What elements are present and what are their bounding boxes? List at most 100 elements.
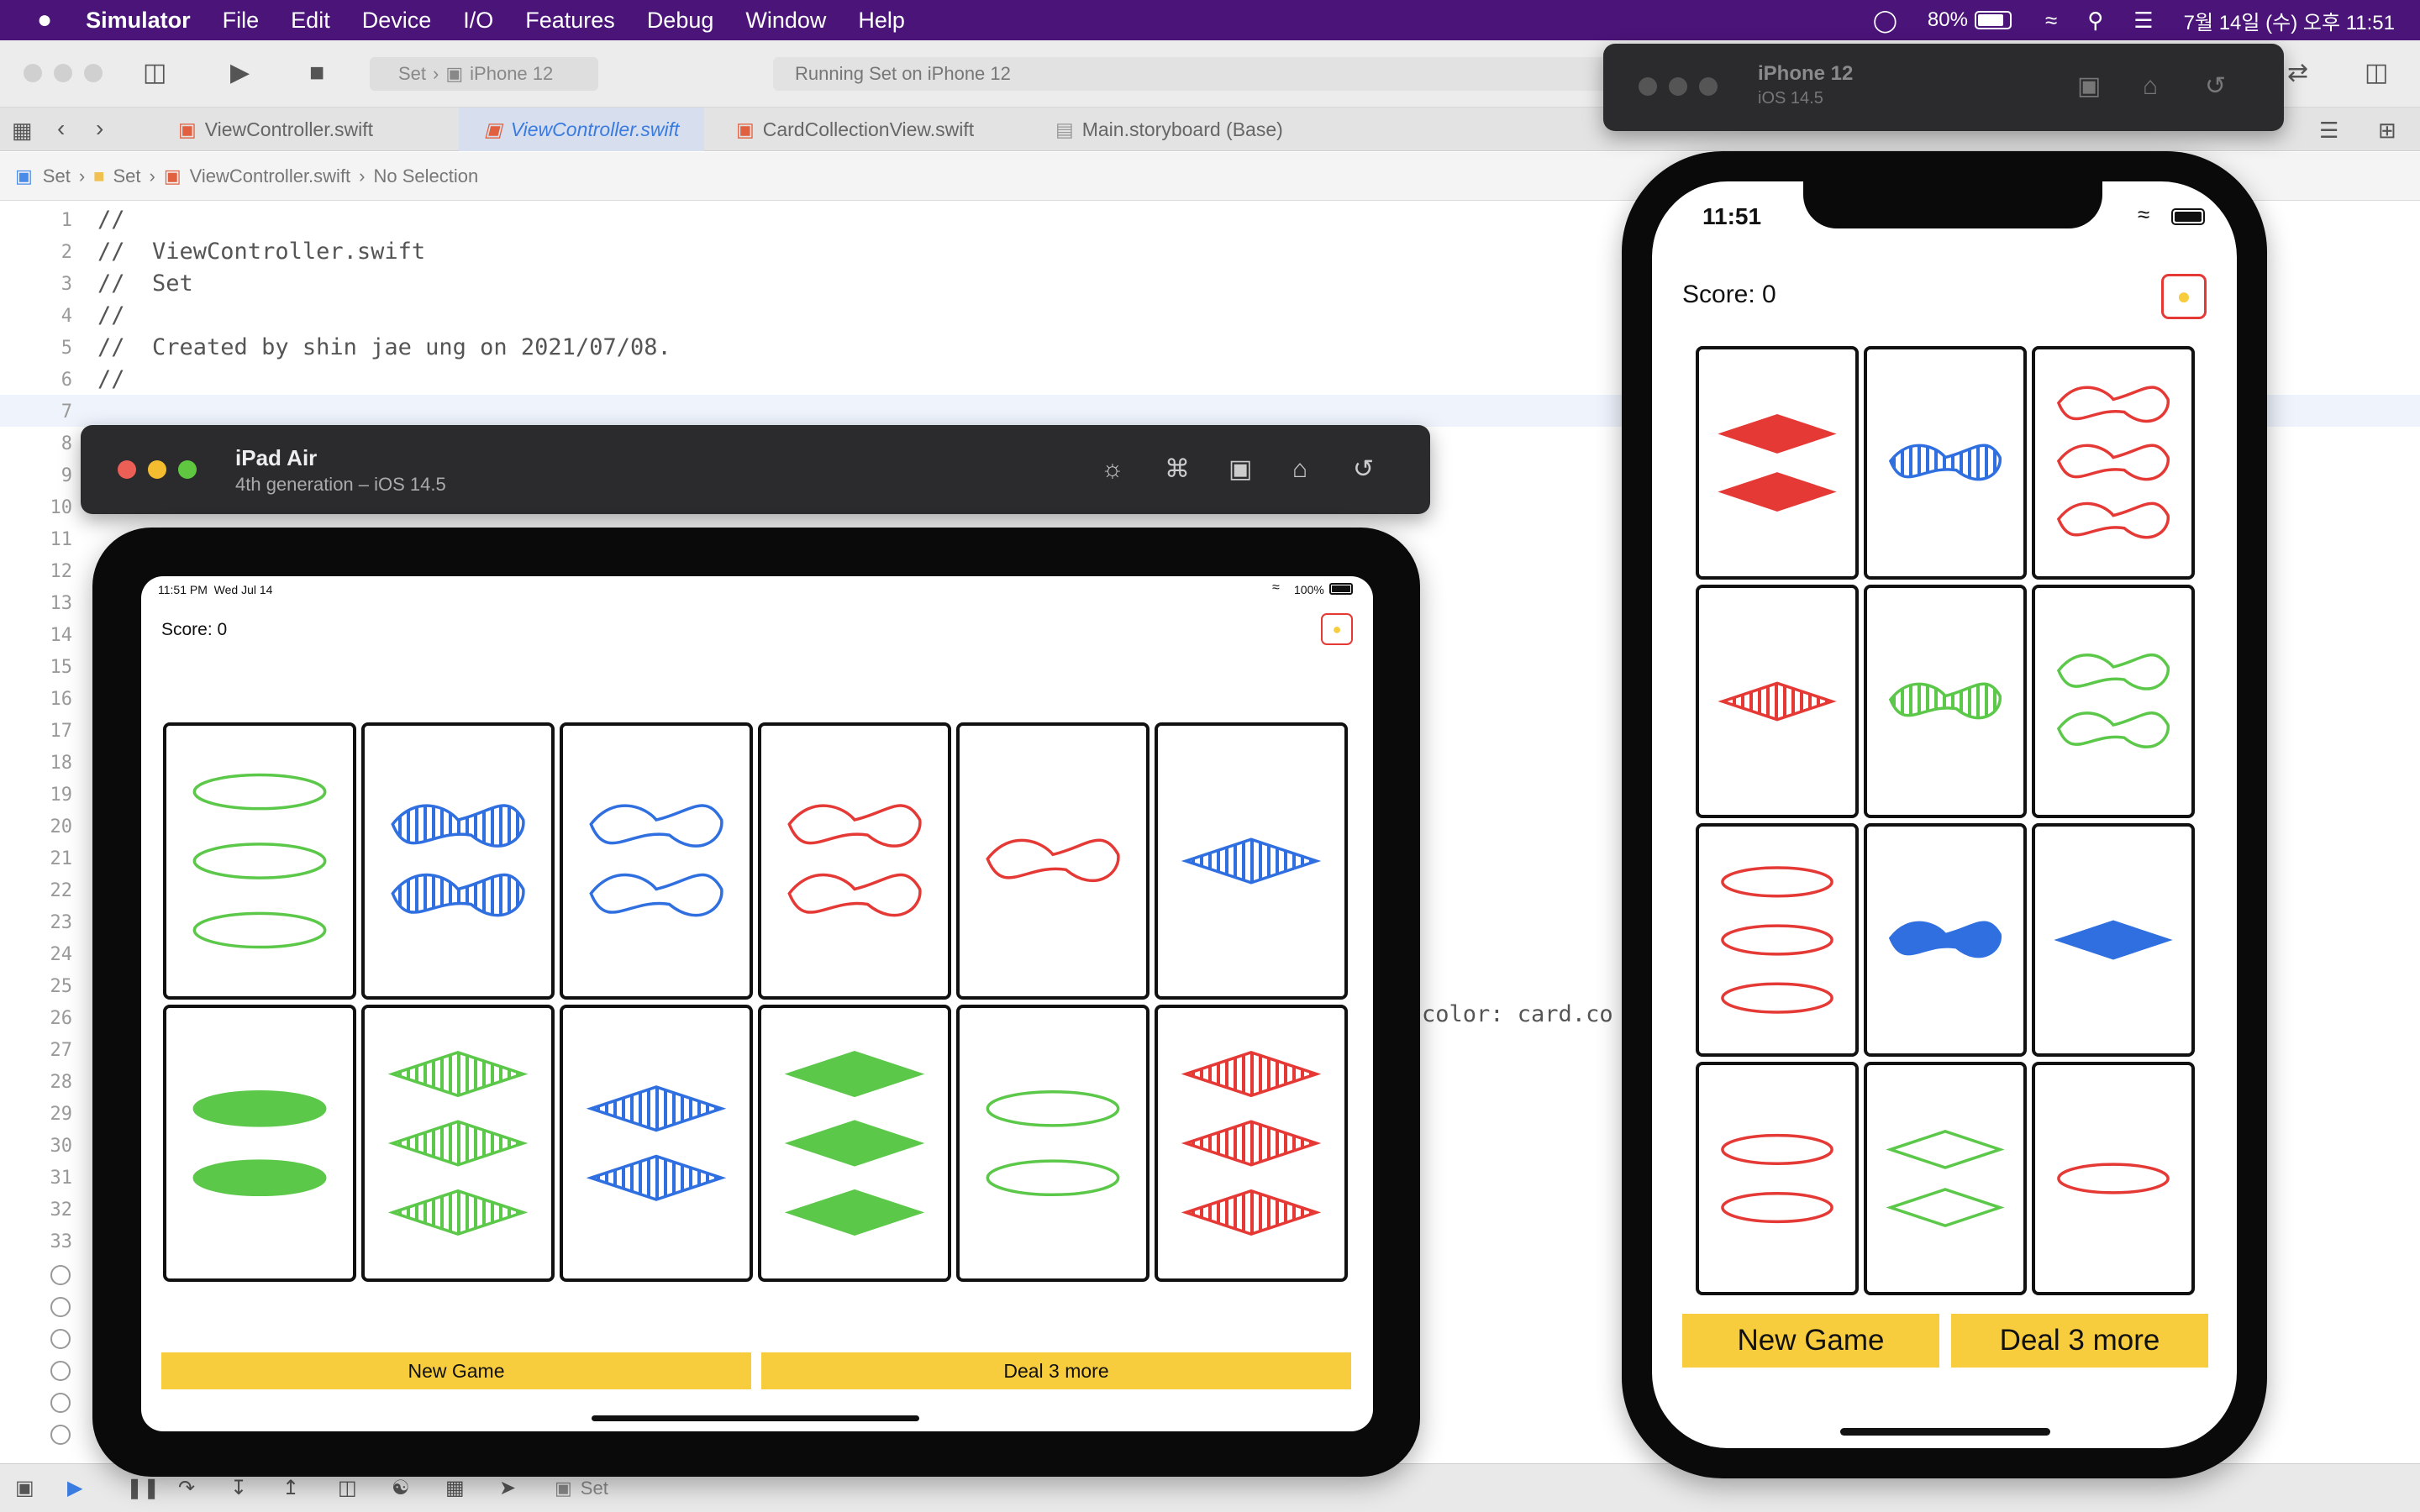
breakpoint-circle[interactable]: [50, 1425, 71, 1445]
menu-edit[interactable]: Edit: [291, 8, 330, 34]
line-number[interactable]: 31: [0, 1168, 73, 1189]
tab-main-storyboard[interactable]: ▤ Main.storyboard (Base): [1055, 108, 1283, 151]
close-button[interactable]: [118, 460, 136, 479]
line-number[interactable]: 1: [0, 210, 72, 231]
iphone-card-3[interactable]: [2032, 346, 2195, 580]
breadcrumb-file[interactable]: ViewController.swift: [190, 165, 351, 187]
iphone-home-indicator[interactable]: [1840, 1428, 2050, 1436]
line-number[interactable]: 25: [0, 976, 73, 997]
iphone-card-12[interactable]: [2032, 1062, 2195, 1295]
line-number[interactable]: 27: [0, 1040, 73, 1061]
battery-icon[interactable]: [1974, 11, 2012, 29]
iphone-card-9[interactable]: [2032, 823, 2195, 1057]
zoom-button[interactable]: [84, 64, 103, 82]
minimize-button[interactable]: [54, 64, 72, 82]
rotate-icon[interactable]: ↺: [2205, 74, 2226, 99]
line-number[interactable]: 24: [0, 944, 73, 965]
editor-options-icon[interactable]: ☰: [2319, 118, 2338, 143]
ipad-card-12[interactable]: [1155, 1005, 1348, 1282]
home-icon[interactable]: ⌂: [2143, 74, 2158, 99]
ipad-card-3[interactable]: [560, 722, 753, 1000]
iphone-card-8[interactable]: [1864, 823, 2027, 1057]
ipad-card-5[interactable]: [956, 722, 1150, 1000]
iphone-card-5[interactable]: [1864, 585, 2027, 818]
line-number[interactable]: 21: [0, 848, 73, 869]
ipad-card-2[interactable]: [361, 722, 555, 1000]
menu-help[interactable]: Help: [858, 8, 905, 34]
line-number[interactable]: 20: [0, 816, 73, 837]
breakpoint-circle[interactable]: [50, 1393, 71, 1413]
line-number[interactable]: 11: [0, 529, 73, 550]
step-out-icon[interactable]: ↥: [282, 1476, 299, 1501]
ipad-card-10[interactable]: [758, 1005, 951, 1282]
line-number[interactable]: 5: [0, 338, 72, 359]
breakpoint-circle[interactable]: [50, 1265, 71, 1285]
tab-viewcontroller[interactable]: ▣ ViewController.swift: [178, 108, 373, 151]
ipad-card-6[interactable]: [1155, 722, 1348, 1000]
iphone-hint-button[interactable]: ●: [2161, 274, 2207, 319]
tab-cardcollectionview[interactable]: ▣ CardCollectionView.swift: [736, 108, 974, 151]
swap-icon[interactable]: ⇄: [2287, 60, 2308, 86]
step-in-icon[interactable]: ↧: [230, 1476, 247, 1501]
pause-icon[interactable]: ❚❚: [126, 1476, 160, 1501]
minimize-button[interactable]: [148, 460, 166, 479]
menu-app-name[interactable]: Simulator: [86, 8, 191, 34]
breadcrumb-selection[interactable]: No Selection: [374, 165, 479, 187]
line-number[interactable]: 32: [0, 1200, 73, 1221]
breakpoint-circle[interactable]: [50, 1297, 71, 1317]
iphone-simulator-titlebar[interactable]: iPhone 12 iOS 14.5 ▣ ⌂ ↺: [1603, 44, 2284, 131]
wifi-icon[interactable]: ≈: [2045, 8, 2057, 34]
line-number[interactable]: 28: [0, 1072, 73, 1093]
vpn-shield-icon[interactable]: ◯: [1873, 8, 1897, 34]
home-icon[interactable]: ⌂: [1292, 457, 1307, 482]
iphone-card-2[interactable]: [1864, 346, 2027, 580]
zoom-button[interactable]: [1699, 77, 1718, 96]
back-icon[interactable]: ‹: [57, 116, 65, 141]
iphone-card-1[interactable]: [1696, 346, 1859, 580]
menu-io[interactable]: I/O: [463, 8, 493, 34]
line-number[interactable]: 15: [0, 657, 73, 678]
minimize-button[interactable]: [1669, 77, 1687, 96]
tab-viewcontroller-active[interactable]: ▣ ViewController.swift: [459, 108, 705, 151]
line-number[interactable]: 16: [0, 689, 73, 710]
ipad-card-4[interactable]: [758, 722, 951, 1000]
stop-icon[interactable]: ■: [309, 60, 324, 86]
line-number[interactable]: 18: [0, 753, 73, 774]
menu-features[interactable]: Features: [525, 8, 615, 34]
screenshot-icon[interactable]: ▣: [2077, 74, 2101, 99]
environment-icon[interactable]: ▦: [445, 1476, 465, 1501]
line-number[interactable]: 13: [0, 593, 73, 614]
ipad-hint-button[interactable]: ●: [1321, 613, 1353, 645]
screenshot-icon[interactable]: ▣: [1228, 457, 1252, 482]
navigator-toggle-icon[interactable]: ◫: [143, 60, 166, 86]
breadcrumb-project[interactable]: Set: [43, 165, 71, 187]
ipad-card-8[interactable]: [361, 1005, 555, 1282]
line-number[interactable]: 30: [0, 1136, 73, 1157]
ipad-deal-3-more-button[interactable]: Deal 3 more: [761, 1352, 1351, 1389]
line-number[interactable]: 19: [0, 785, 73, 806]
memory-graph-icon[interactable]: ☯: [392, 1476, 410, 1501]
line-number[interactable]: 3: [0, 274, 72, 295]
line-number[interactable]: 4: [0, 306, 72, 327]
keyboard-icon[interactable]: ⌘: [1165, 457, 1190, 482]
line-number[interactable]: 26: [0, 1008, 73, 1029]
iphone-new-game-button[interactable]: New Game: [1682, 1314, 1939, 1368]
line-number[interactable]: 10: [0, 497, 73, 518]
ipad-card-11[interactable]: [956, 1005, 1150, 1282]
forward-icon[interactable]: ›: [96, 116, 103, 141]
breakpoint-circle[interactable]: [50, 1329, 71, 1349]
iphone-card-6[interactable]: [2032, 585, 2195, 818]
ipad-new-game-button[interactable]: New Game: [161, 1352, 751, 1389]
step-over-icon[interactable]: ↷: [178, 1476, 195, 1501]
iphone-card-10[interactable]: [1696, 1062, 1859, 1295]
iphone-deal-3-more-button[interactable]: Deal 3 more: [1951, 1314, 2208, 1368]
ipad-card-9[interactable]: [560, 1005, 753, 1282]
run-icon[interactable]: ▶: [230, 60, 250, 86]
zoom-button[interactable]: [178, 460, 197, 479]
scheme-selector[interactable]: Set › ▣ iPhone 12: [370, 57, 598, 91]
apple-icon[interactable]: ●: [37, 6, 52, 34]
control-center-icon[interactable]: ☰: [2133, 8, 2153, 34]
line-number[interactable]: 22: [0, 880, 73, 901]
close-button[interactable]: [24, 64, 42, 82]
iphone-card-4[interactable]: [1696, 585, 1859, 818]
